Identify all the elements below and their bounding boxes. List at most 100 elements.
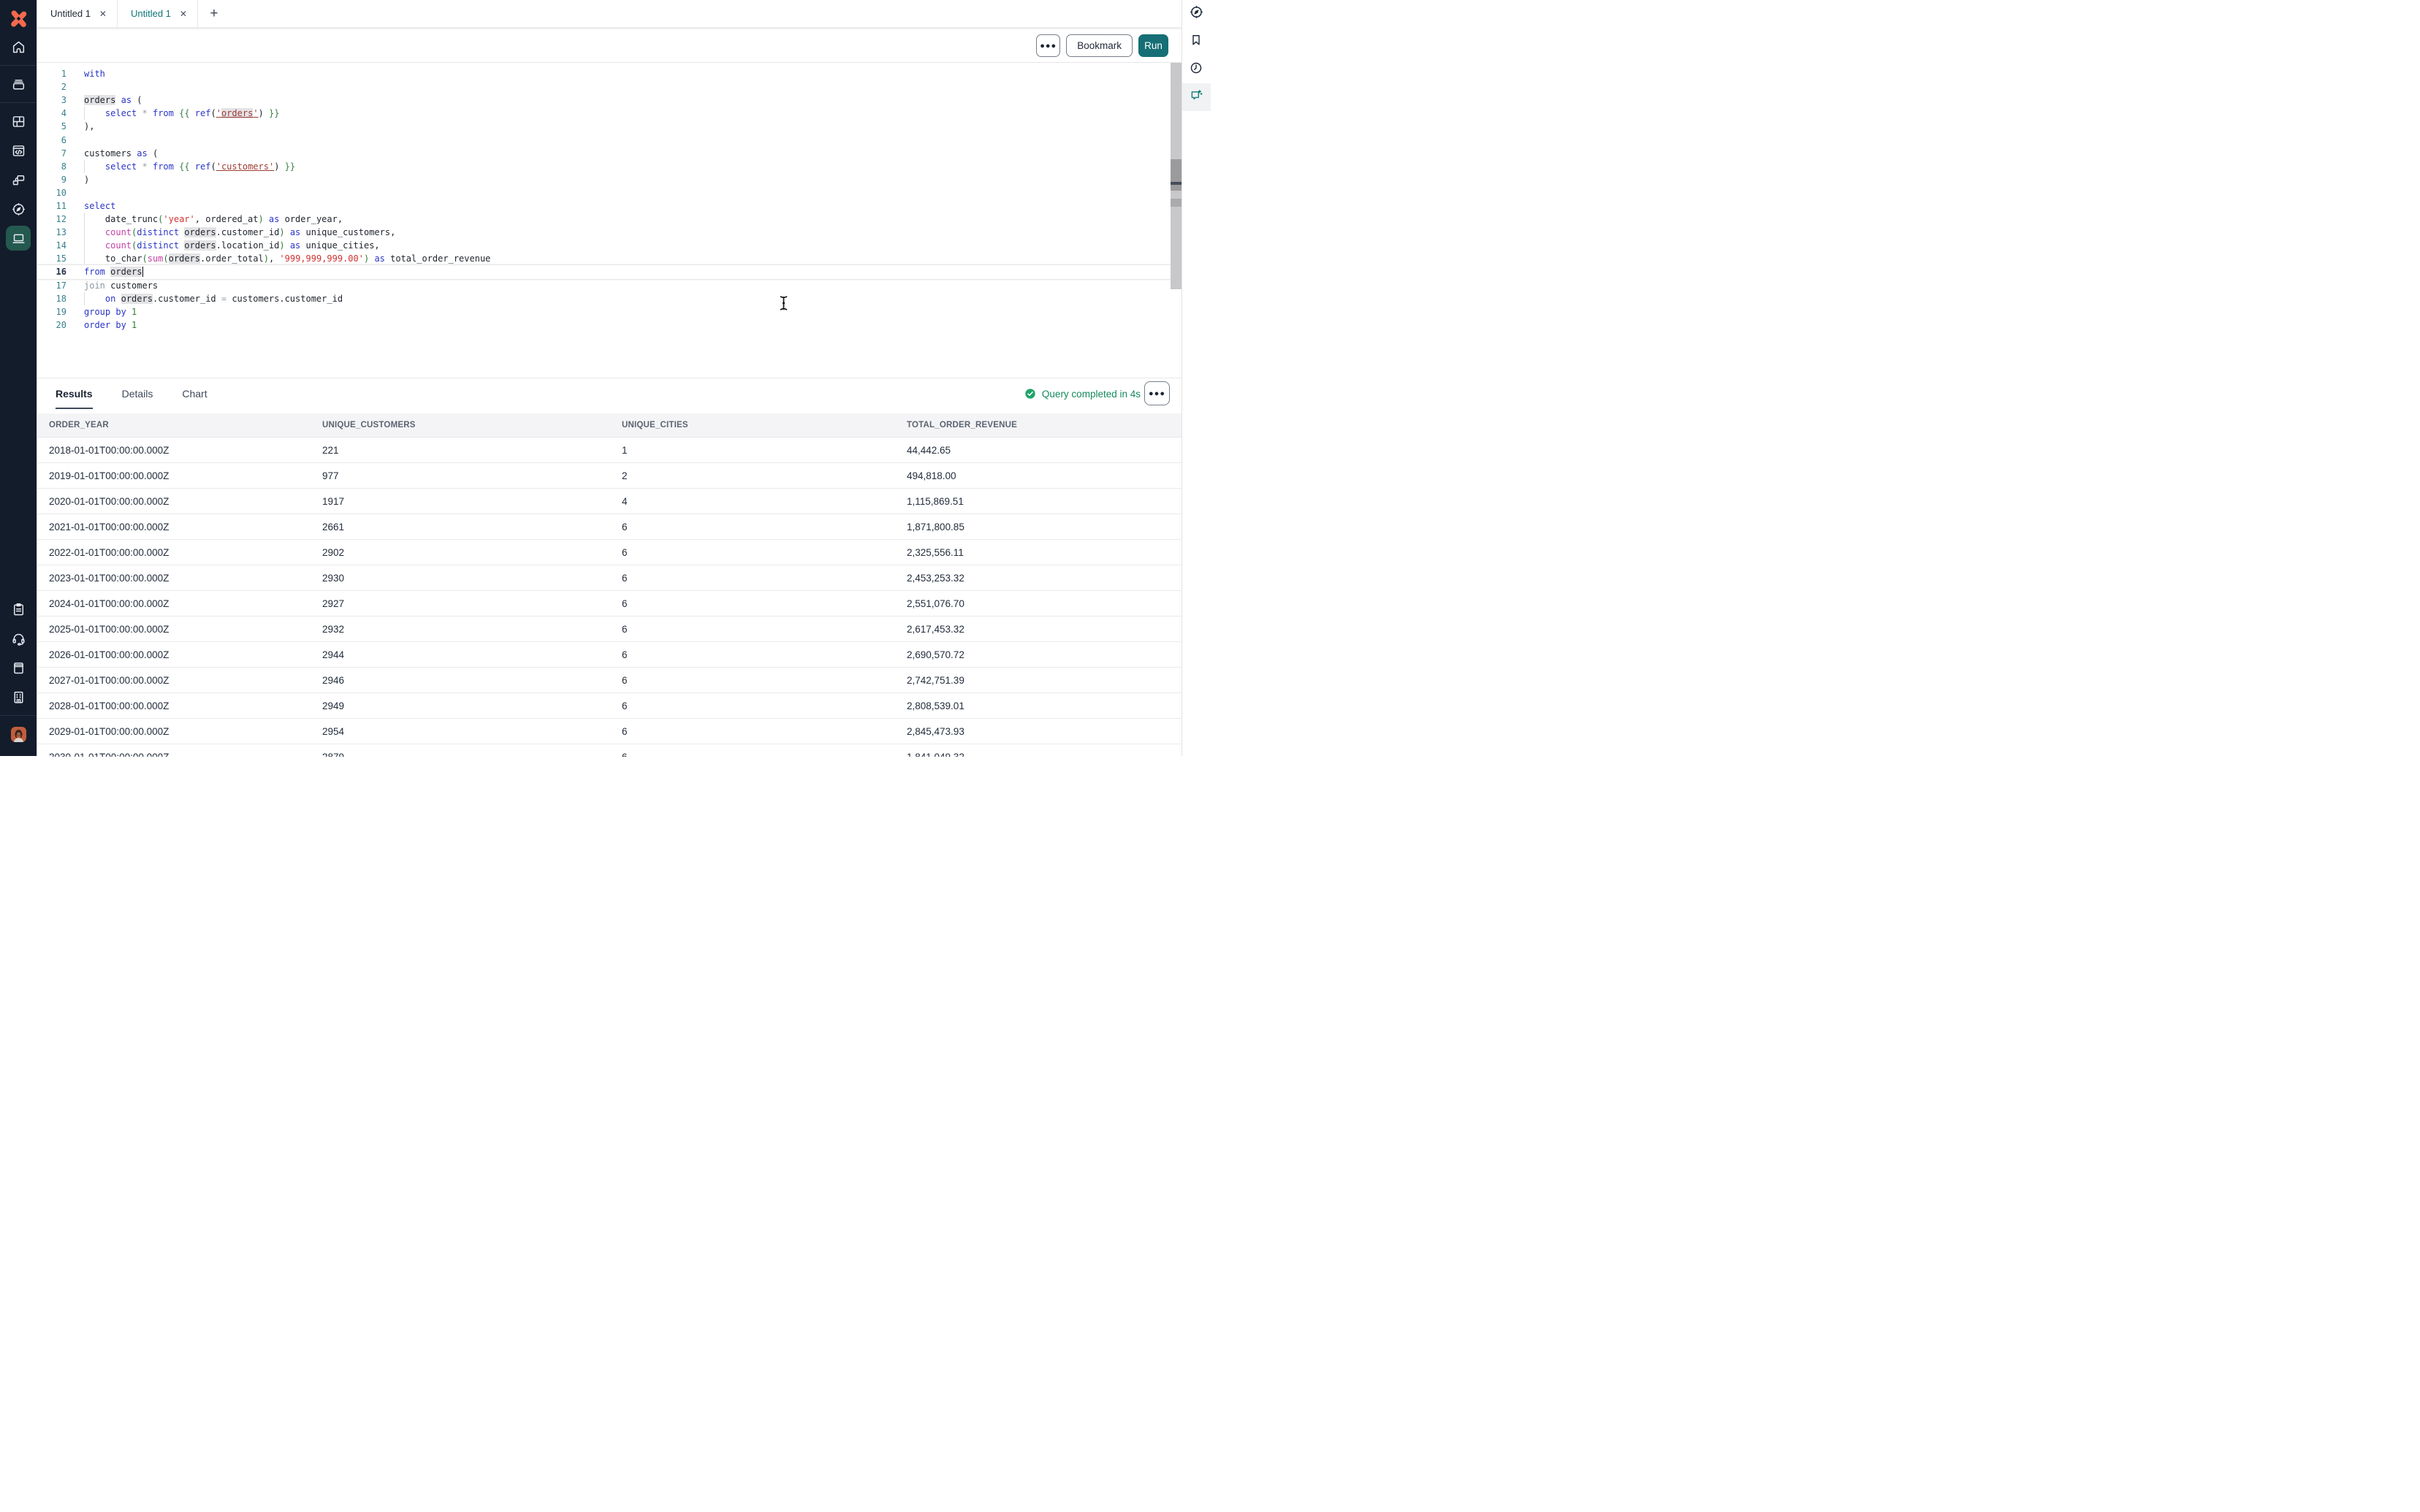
app-logo[interactable] — [0, 0, 37, 32]
code-line-9[interactable]: 9) — [37, 173, 1182, 186]
line-number: 8 — [37, 161, 84, 172]
code-text: join customers — [84, 280, 158, 291]
code-line-11[interactable]: 11select — [37, 199, 1182, 213]
sidebar-item-inbox[interactable] — [6, 72, 31, 96]
code-line-2[interactable]: 2 — [37, 80, 1182, 93]
sidebar-item-home[interactable] — [6, 34, 31, 59]
table-row[interactable]: 2018-01-01T00:00:00.000Z221144,442.65 — [37, 438, 1182, 463]
code-line-7[interactable]: 7customers as ( — [37, 147, 1182, 160]
sidebar-item-building[interactable] — [6, 684, 31, 709]
code-line-17[interactable]: 17join customers — [37, 279, 1182, 292]
table-cell: 2661 — [322, 522, 622, 532]
table-row[interactable]: 2023-01-01T00:00:00.000Z293062,453,253.3… — [37, 565, 1182, 591]
results-tab-details[interactable]: Details — [122, 378, 153, 409]
table-row[interactable]: 2019-01-01T00:00:00.000Z9772494,818.00 — [37, 463, 1182, 489]
logo-x-icon — [9, 9, 28, 28]
code-line-14[interactable]: 14 count(distinct orders.location_id) as… — [37, 239, 1182, 252]
text-caret — [142, 267, 143, 277]
code-text: count(distinct orders.customer_id) as un… — [84, 227, 395, 237]
table-cell: 2,742,751.39 — [907, 675, 1182, 686]
column-header-unique_customers[interactable]: UNIQUE_CUSTOMERS — [322, 421, 622, 429]
editor-scrollbar[interactable] — [1171, 63, 1182, 289]
column-header-total_order_revenue[interactable]: TOTAL_ORDER_REVENUE — [907, 421, 1182, 429]
results-more-button[interactable]: ●●● — [1144, 381, 1170, 405]
left-sidebar — [0, 0, 37, 756]
table-cell: 6 — [622, 624, 907, 635]
right-sidebar-item-ai-chat[interactable] — [1182, 83, 1211, 111]
query-status: Query completed in 4s — [1024, 378, 1141, 409]
code-line-15[interactable]: 15 to_char(sum(orders.order_total), '999… — [37, 252, 1182, 265]
table-cell: 2029-01-01T00:00:00.000Z — [49, 726, 322, 737]
sidebar-divider — [0, 65, 37, 66]
code-line-19[interactable]: 19group by 1 — [37, 305, 1182, 318]
table-cell: 2024-01-01T00:00:00.000Z — [49, 598, 322, 609]
line-number: 16 — [37, 267, 84, 277]
tab-close-icon[interactable]: ✕ — [99, 9, 107, 18]
results-panel: Results Details Chart Query completed in 4… — [37, 378, 1182, 756]
ai-chat-icon — [1189, 88, 1204, 107]
sidebar-divider — [0, 715, 37, 716]
code-line-4[interactable]: 4 select * from {{ ref('orders') }} — [37, 107, 1182, 120]
sidebar-item-laptop[interactable] — [6, 226, 31, 251]
table-row[interactable]: 2026-01-01T00:00:00.000Z294462,690,570.7… — [37, 642, 1182, 668]
editor-tab-1[interactable]: Untitled 1✕ — [37, 0, 118, 29]
table-row[interactable]: 2029-01-01T00:00:00.000Z295462,845,473.9… — [37, 719, 1182, 744]
results-table-header: ORDER_YEARUNIQUE_CUSTOMERSUNIQUE_CITIEST… — [37, 413, 1182, 438]
code-text: select — [84, 201, 115, 211]
scrollbar-thumb[interactable] — [1171, 159, 1182, 191]
code-line-1[interactable]: 1with — [37, 67, 1182, 80]
sql-editor[interactable]: 1with23orders as (4 select * from {{ ref… — [37, 63, 1182, 378]
sidebar-item-windows[interactable] — [6, 167, 31, 192]
user-avatar[interactable] — [6, 722, 31, 747]
table-cell: 6 — [622, 700, 907, 711]
table-row[interactable]: 2025-01-01T00:00:00.000Z293262,617,453.3… — [37, 616, 1182, 642]
sidebar-item-bento[interactable] — [6, 109, 31, 134]
sidebar-item-book[interactable] — [6, 655, 31, 680]
tab-close-icon[interactable]: ✕ — [180, 9, 187, 18]
table-cell: 2022-01-01T00:00:00.000Z — [49, 547, 322, 558]
code-text: from orders — [84, 267, 143, 277]
code-line-6[interactable]: 6 — [37, 133, 1182, 146]
table-row[interactable]: 2028-01-01T00:00:00.000Z294962,808,539.0… — [37, 693, 1182, 719]
results-tab-chart[interactable]: Chart — [182, 378, 207, 409]
results-tab-results[interactable]: Results — [56, 378, 93, 409]
table-cell: 2954 — [322, 726, 622, 737]
right-sidebar-item-compass[interactable] — [1182, 0, 1211, 28]
code-text: group by 1 — [84, 307, 137, 317]
code-text: with — [84, 69, 105, 79]
code-line-10[interactable]: 10 — [37, 186, 1182, 199]
sidebar-item-compass[interactable] — [6, 196, 31, 221]
code-line-20[interactable]: 20order by 1 — [37, 318, 1182, 332]
table-row[interactable]: 2021-01-01T00:00:00.000Z266161,871,800.8… — [37, 514, 1182, 540]
line-number: 20 — [37, 320, 84, 330]
column-header-order_year[interactable]: ORDER_YEAR — [49, 421, 322, 429]
right-sidebar-item-bookmark[interactable] — [1182, 28, 1211, 56]
code-line-8[interactable]: 8 select * from {{ ref('customers') }} — [37, 160, 1182, 173]
run-button[interactable]: Run — [1138, 34, 1168, 57]
column-header-unique_cities[interactable]: UNIQUE_CITIES — [622, 421, 907, 429]
table-row[interactable]: 2024-01-01T00:00:00.000Z292762,551,076.7… — [37, 591, 1182, 616]
sidebar-item-headset[interactable] — [6, 626, 31, 651]
code-text: count(distinct orders.location_id) as un… — [84, 240, 380, 251]
table-cell: 2944 — [322, 649, 622, 660]
right-sidebar-item-history[interactable] — [1182, 56, 1211, 83]
code-line-16[interactable]: 16from orders — [37, 265, 1182, 278]
bookmark-button[interactable]: Bookmark — [1066, 34, 1133, 57]
sidebar-item-clipboard[interactable] — [6, 597, 31, 622]
new-tab-button[interactable]: + — [198, 0, 230, 29]
line-number: 19 — [37, 307, 84, 317]
more-options-button[interactable]: ●●● — [1036, 34, 1060, 57]
code-line-5[interactable]: 5), — [37, 120, 1182, 133]
table-row[interactable]: 2027-01-01T00:00:00.000Z294662,742,751.3… — [37, 668, 1182, 693]
clipboard-icon — [11, 602, 26, 617]
line-number: 12 — [37, 214, 84, 224]
editor-tab-2[interactable]: Untitled 1✕ — [118, 0, 198, 29]
table-row[interactable]: 2022-01-01T00:00:00.000Z290262,325,556.1… — [37, 540, 1182, 565]
code-line-12[interactable]: 12 date_trunc('year', ordered_at) as ord… — [37, 213, 1182, 226]
code-line-3[interactable]: 3orders as ( — [37, 93, 1182, 107]
sidebar-item-code-window[interactable] — [6, 138, 31, 163]
code-line-13[interactable]: 13 count(distinct orders.customer_id) as… — [37, 226, 1182, 239]
code-line-18[interactable]: 18 on orders.customer_id = customers.cus… — [37, 292, 1182, 305]
table-row[interactable]: 2030-01-01T00:00:00.000Z287961,841,049.3… — [37, 744, 1182, 757]
table-row[interactable]: 2020-01-01T00:00:00.000Z191741,115,869.5… — [37, 489, 1182, 514]
